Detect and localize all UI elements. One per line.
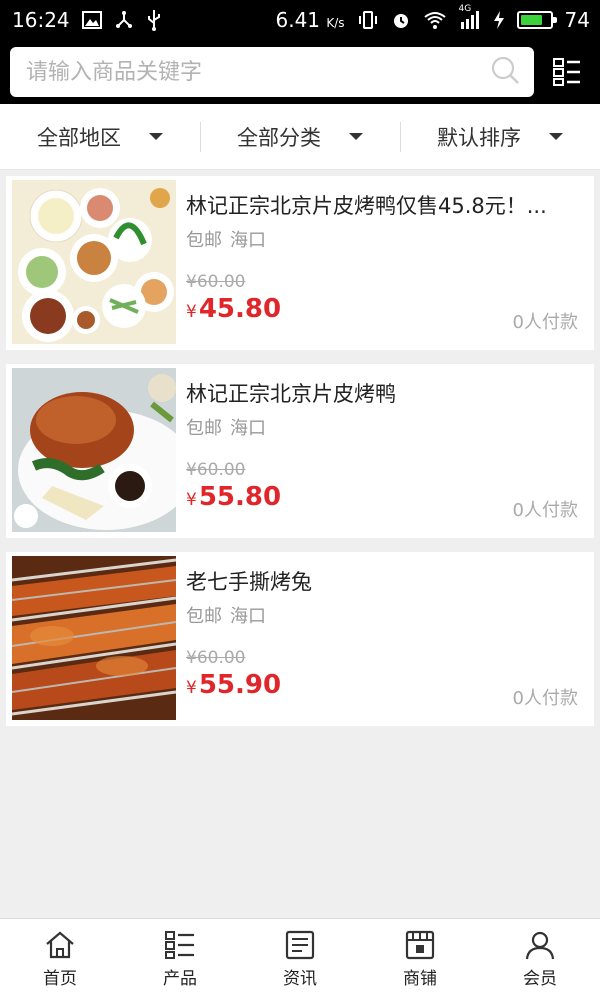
nav-products[interactable]: 产品 xyxy=(120,919,240,1000)
search-icon[interactable] xyxy=(490,55,520,89)
image-icon xyxy=(81,11,102,29)
caret-down-icon xyxy=(349,133,363,140)
product-meta: 包邮 海口 xyxy=(186,226,266,252)
news-icon xyxy=(285,930,315,960)
signal-icon: 4G xyxy=(459,4,481,30)
filter-bar: 全部地区 全部分类 默认排序 xyxy=(0,104,600,170)
usb-icon xyxy=(146,9,162,31)
filter-region-label: 全部地区 xyxy=(37,125,121,150)
location-tag: 海口 xyxy=(230,230,266,251)
vibrate-icon xyxy=(357,10,379,30)
status-time: 16:24 xyxy=(12,8,70,32)
nav-news[interactable]: 资讯 xyxy=(240,919,360,1000)
status-left: 16:24 xyxy=(12,8,162,32)
paid-count: 0人付款 xyxy=(512,688,578,709)
network-speed: 6.41 K/s xyxy=(275,8,345,32)
filter-sort[interactable]: 默认排序 xyxy=(400,120,600,154)
search-input[interactable] xyxy=(26,59,490,85)
product-title[interactable]: 林记正宗北京片皮烤鸭仅售45.8元！... xyxy=(186,190,576,220)
price-value: 45.80 xyxy=(198,294,282,324)
caret-down-icon xyxy=(549,133,563,140)
category-menu-button[interactable] xyxy=(544,47,590,97)
nav-member-label: 会员 xyxy=(523,969,557,989)
battery-icon xyxy=(516,11,557,29)
status-right: 6.41 K/s 4G 74 xyxy=(275,4,590,32)
alarm-icon xyxy=(391,10,411,30)
currency-symbol: ¥ xyxy=(186,490,197,510)
product-image[interactable] xyxy=(12,556,176,720)
charging-icon xyxy=(493,10,505,30)
product-image[interactable] xyxy=(12,368,176,532)
nav-shop-label: 商铺 xyxy=(403,969,437,989)
current-price: ¥ 45.80 xyxy=(186,294,281,324)
original-price: ¥60.00 xyxy=(186,460,246,480)
location-tag: 海口 xyxy=(230,606,266,627)
battery-level: 74 xyxy=(564,8,590,32)
filter-sort-label: 默认排序 xyxy=(437,125,521,150)
product-card[interactable]: 老七手撕烤兔 包邮 海口 ¥60.00 ¥ 55.90 0人付款 xyxy=(6,552,594,726)
current-price: ¥ 55.80 xyxy=(186,482,281,512)
nav-member[interactable]: 会员 xyxy=(480,919,600,1000)
current-price: ¥ 55.90 xyxy=(186,670,281,700)
nav-products-label: 产品 xyxy=(163,969,197,989)
search-box[interactable] xyxy=(10,47,534,97)
filter-category-label: 全部分类 xyxy=(237,125,321,150)
paid-count: 0人付款 xyxy=(512,312,578,333)
caret-down-icon xyxy=(149,133,163,140)
product-meta: 包邮 海口 xyxy=(186,602,266,628)
price-value: 55.90 xyxy=(198,670,282,700)
shipping-tag: 包邮 xyxy=(186,606,222,627)
product-meta: 包邮 海口 xyxy=(186,414,266,440)
wifi-icon xyxy=(423,10,447,30)
nav-shop[interactable]: 商铺 xyxy=(360,919,480,1000)
filter-category[interactable]: 全部分类 xyxy=(200,120,400,154)
location-tag: 海口 xyxy=(230,418,266,439)
original-price: ¥60.00 xyxy=(186,648,246,668)
bottom-nav: 首页 产品 资讯 商铺 会员 xyxy=(0,918,600,1000)
product-card[interactable]: 林记正宗北京片皮烤鸭 包邮 海口 ¥60.00 ¥ 55.80 0人付款 xyxy=(6,364,594,538)
nav-home[interactable]: 首页 xyxy=(0,919,120,1000)
shop-icon xyxy=(405,930,435,960)
product-image[interactable] xyxy=(12,180,176,344)
product-title[interactable]: 林记正宗北京片皮烤鸭 xyxy=(186,378,576,408)
grid-list-icon xyxy=(553,58,580,86)
filter-region[interactable]: 全部地区 xyxy=(0,120,200,154)
original-price: ¥60.00 xyxy=(186,272,246,292)
usb-share-icon xyxy=(114,10,134,30)
home-icon xyxy=(46,931,74,959)
status-bar: 16:24 6.41 K/s 4G 74 xyxy=(0,0,600,40)
shipping-tag: 包邮 xyxy=(186,230,222,251)
nav-home-label: 首页 xyxy=(43,969,77,989)
currency-symbol: ¥ xyxy=(186,302,197,322)
shipping-tag: 包邮 xyxy=(186,418,222,439)
header xyxy=(0,40,600,104)
paid-count: 0人付款 xyxy=(512,500,578,521)
product-title[interactable]: 老七手撕烤兔 xyxy=(186,566,576,596)
product-card[interactable]: 林记正宗北京片皮烤鸭仅售45.8元！... 包邮 海口 ¥60.00 ¥ 45.… xyxy=(6,176,594,350)
nav-news-label: 资讯 xyxy=(283,969,317,989)
list-icon xyxy=(165,931,194,959)
currency-symbol: ¥ xyxy=(186,678,197,698)
user-icon xyxy=(525,931,555,960)
price-value: 55.80 xyxy=(198,482,282,512)
